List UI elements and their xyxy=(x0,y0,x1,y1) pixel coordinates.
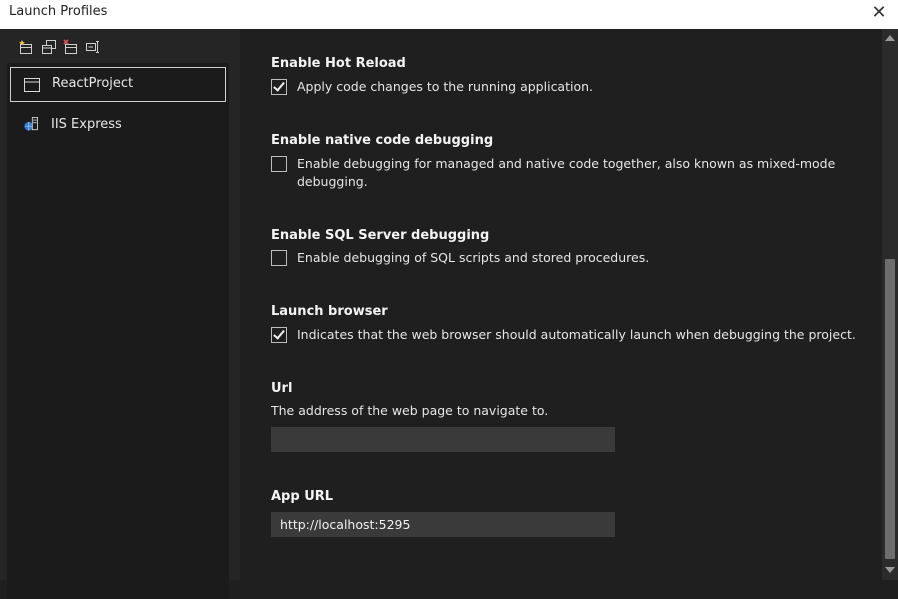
sql-debugging-label: Enable debugging of SQL scripts and stor… xyxy=(297,250,650,265)
url-heading: Url xyxy=(271,381,293,396)
sql-debugging-heading: Enable SQL Server debugging xyxy=(271,228,490,243)
profiles-list: ReactProject IIS Express xyxy=(7,63,229,599)
rename-profile-icon[interactable] xyxy=(85,39,101,55)
profile-item-reactproject[interactable]: ReactProject xyxy=(10,67,226,102)
launch-browser-checkbox[interactable] xyxy=(271,327,287,343)
window-title: Launch Profiles xyxy=(9,4,108,19)
profile-label: ReactProject xyxy=(52,76,134,91)
url-description: The address of the web page to navigate … xyxy=(271,403,549,418)
iis-express-icon xyxy=(24,117,38,131)
native-debugging-label: Enable debugging for managed and native … xyxy=(297,156,836,189)
new-profile-icon[interactable] xyxy=(18,39,34,55)
url-input[interactable] xyxy=(271,427,615,452)
launch-browser-label: Indicates that the web browser should au… xyxy=(297,327,856,342)
title-bar: Launch Profiles ✕ xyxy=(0,0,898,29)
project-icon xyxy=(24,78,40,92)
native-debugging-heading: Enable native code debugging xyxy=(271,133,494,148)
vertical-scrollbar[interactable] xyxy=(882,29,898,580)
profile-item-iis-express[interactable]: IIS Express xyxy=(10,109,226,144)
scroll-down-arrow-icon[interactable] xyxy=(885,567,895,573)
profiles-panel: ReactProject IIS Express xyxy=(0,29,240,599)
copy-profile-icon[interactable] xyxy=(41,39,57,55)
hot-reload-checkbox[interactable] xyxy=(271,79,287,95)
sql-debugging-checkbox[interactable] xyxy=(271,250,287,266)
launch-browser-heading: Launch browser xyxy=(271,304,388,319)
hot-reload-heading: Enable Hot Reload xyxy=(271,56,406,71)
scrollbar-thumb[interactable] xyxy=(885,259,895,559)
app-url-input[interactable] xyxy=(271,512,615,537)
app-url-heading: App URL xyxy=(271,489,334,504)
native-debugging-checkbox[interactable] xyxy=(271,156,287,172)
close-button[interactable]: ✕ xyxy=(868,0,890,28)
delete-profile-icon[interactable] xyxy=(63,39,79,55)
profile-label: IIS Express xyxy=(51,117,122,132)
hot-reload-label: Apply code changes to the running applic… xyxy=(297,79,594,94)
scroll-up-arrow-icon[interactable] xyxy=(885,35,895,41)
